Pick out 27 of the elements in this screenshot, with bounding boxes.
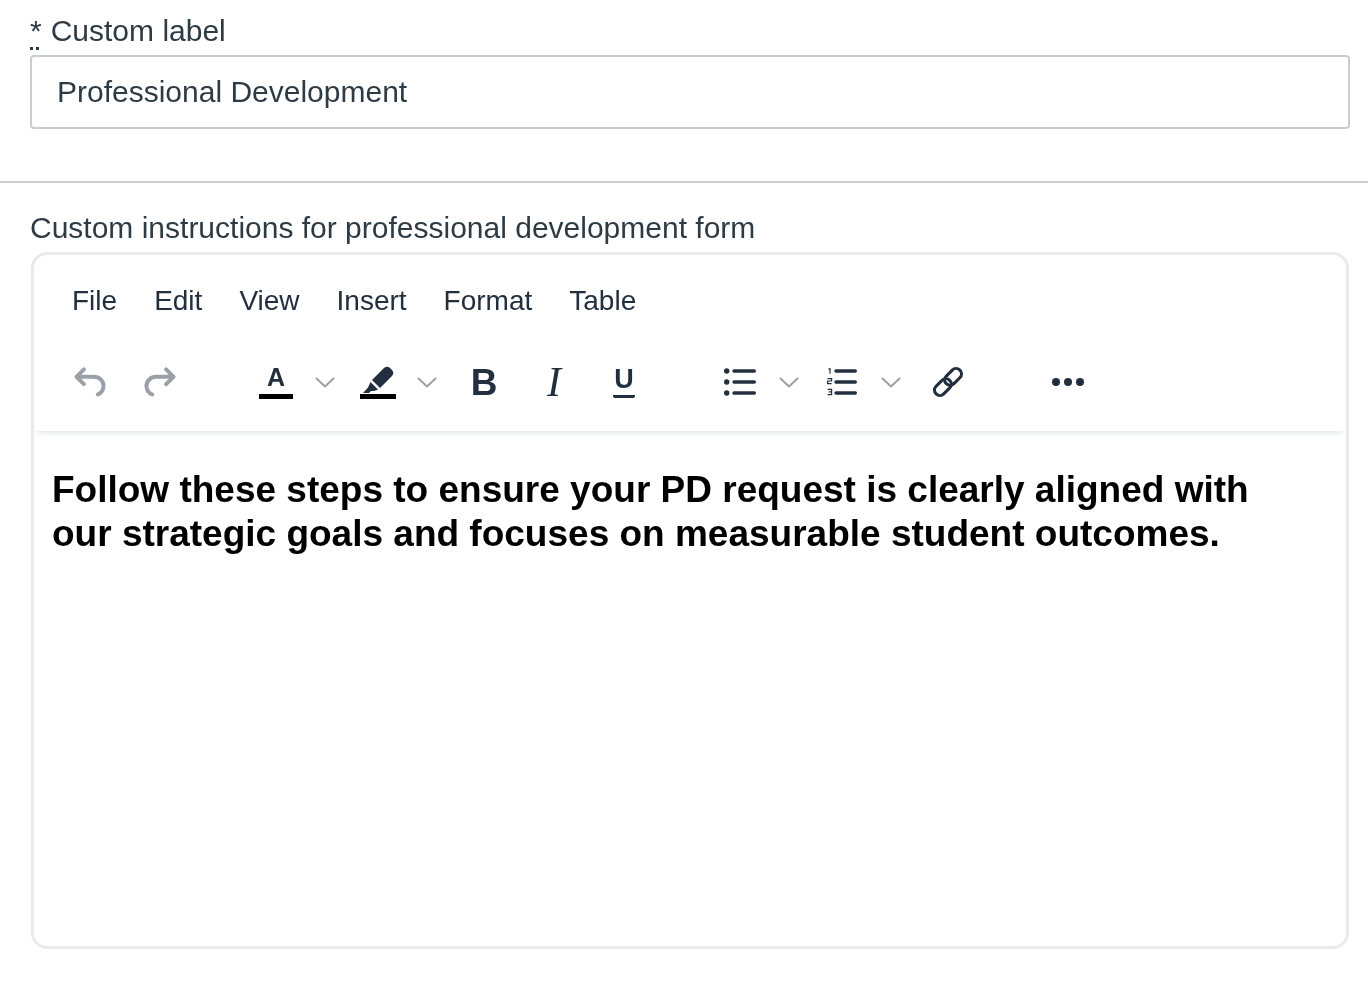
bold-button[interactable]: B bbox=[451, 348, 517, 416]
instructions-text: Follow these steps to ensure your PD request is clearly aligned with our strategic goals and focuses on measurable student outcomes. bbox=[52, 468, 1250, 556]
chevron-down-icon bbox=[779, 376, 799, 388]
italic-button[interactable]: I bbox=[521, 348, 587, 416]
undo-icon bbox=[74, 367, 106, 397]
numbered-list-icon bbox=[827, 368, 857, 396]
chevron-down-icon bbox=[315, 376, 335, 388]
field-label: Custom instructions for professional development form bbox=[30, 211, 756, 245]
custom-label-input[interactable]: Professional Development bbox=[30, 55, 1350, 129]
menu-item[interactable]: View bbox=[221, 271, 318, 331]
highlighter-icon bbox=[360, 365, 396, 399]
field-label: Custom label bbox=[50, 14, 226, 48]
menu-item[interactable]: Format bbox=[425, 271, 551, 331]
chevron-down-icon bbox=[417, 376, 437, 388]
menu-item[interactable]: Table bbox=[551, 271, 655, 331]
menu-item[interactable]: Edit bbox=[136, 271, 221, 331]
underline-button[interactable]: U bbox=[591, 348, 657, 416]
redo-icon bbox=[144, 367, 176, 397]
chevron-down-icon bbox=[881, 376, 901, 388]
font-color-button[interactable]: A bbox=[247, 348, 305, 416]
menu-item[interactable]: File bbox=[54, 271, 136, 331]
bullet-list-icon bbox=[724, 368, 756, 396]
menu-item[interactable]: Insert bbox=[318, 271, 425, 331]
more-icon bbox=[1052, 378, 1084, 386]
link-icon bbox=[930, 364, 966, 400]
editor-body-field[interactable]: Follow these steps to ensure your PD request is clearly aligned with our strategic goals and focuses on measurable student outcomes. bbox=[34, 431, 1346, 946]
required-mark: * bbox=[30, 14, 42, 48]
